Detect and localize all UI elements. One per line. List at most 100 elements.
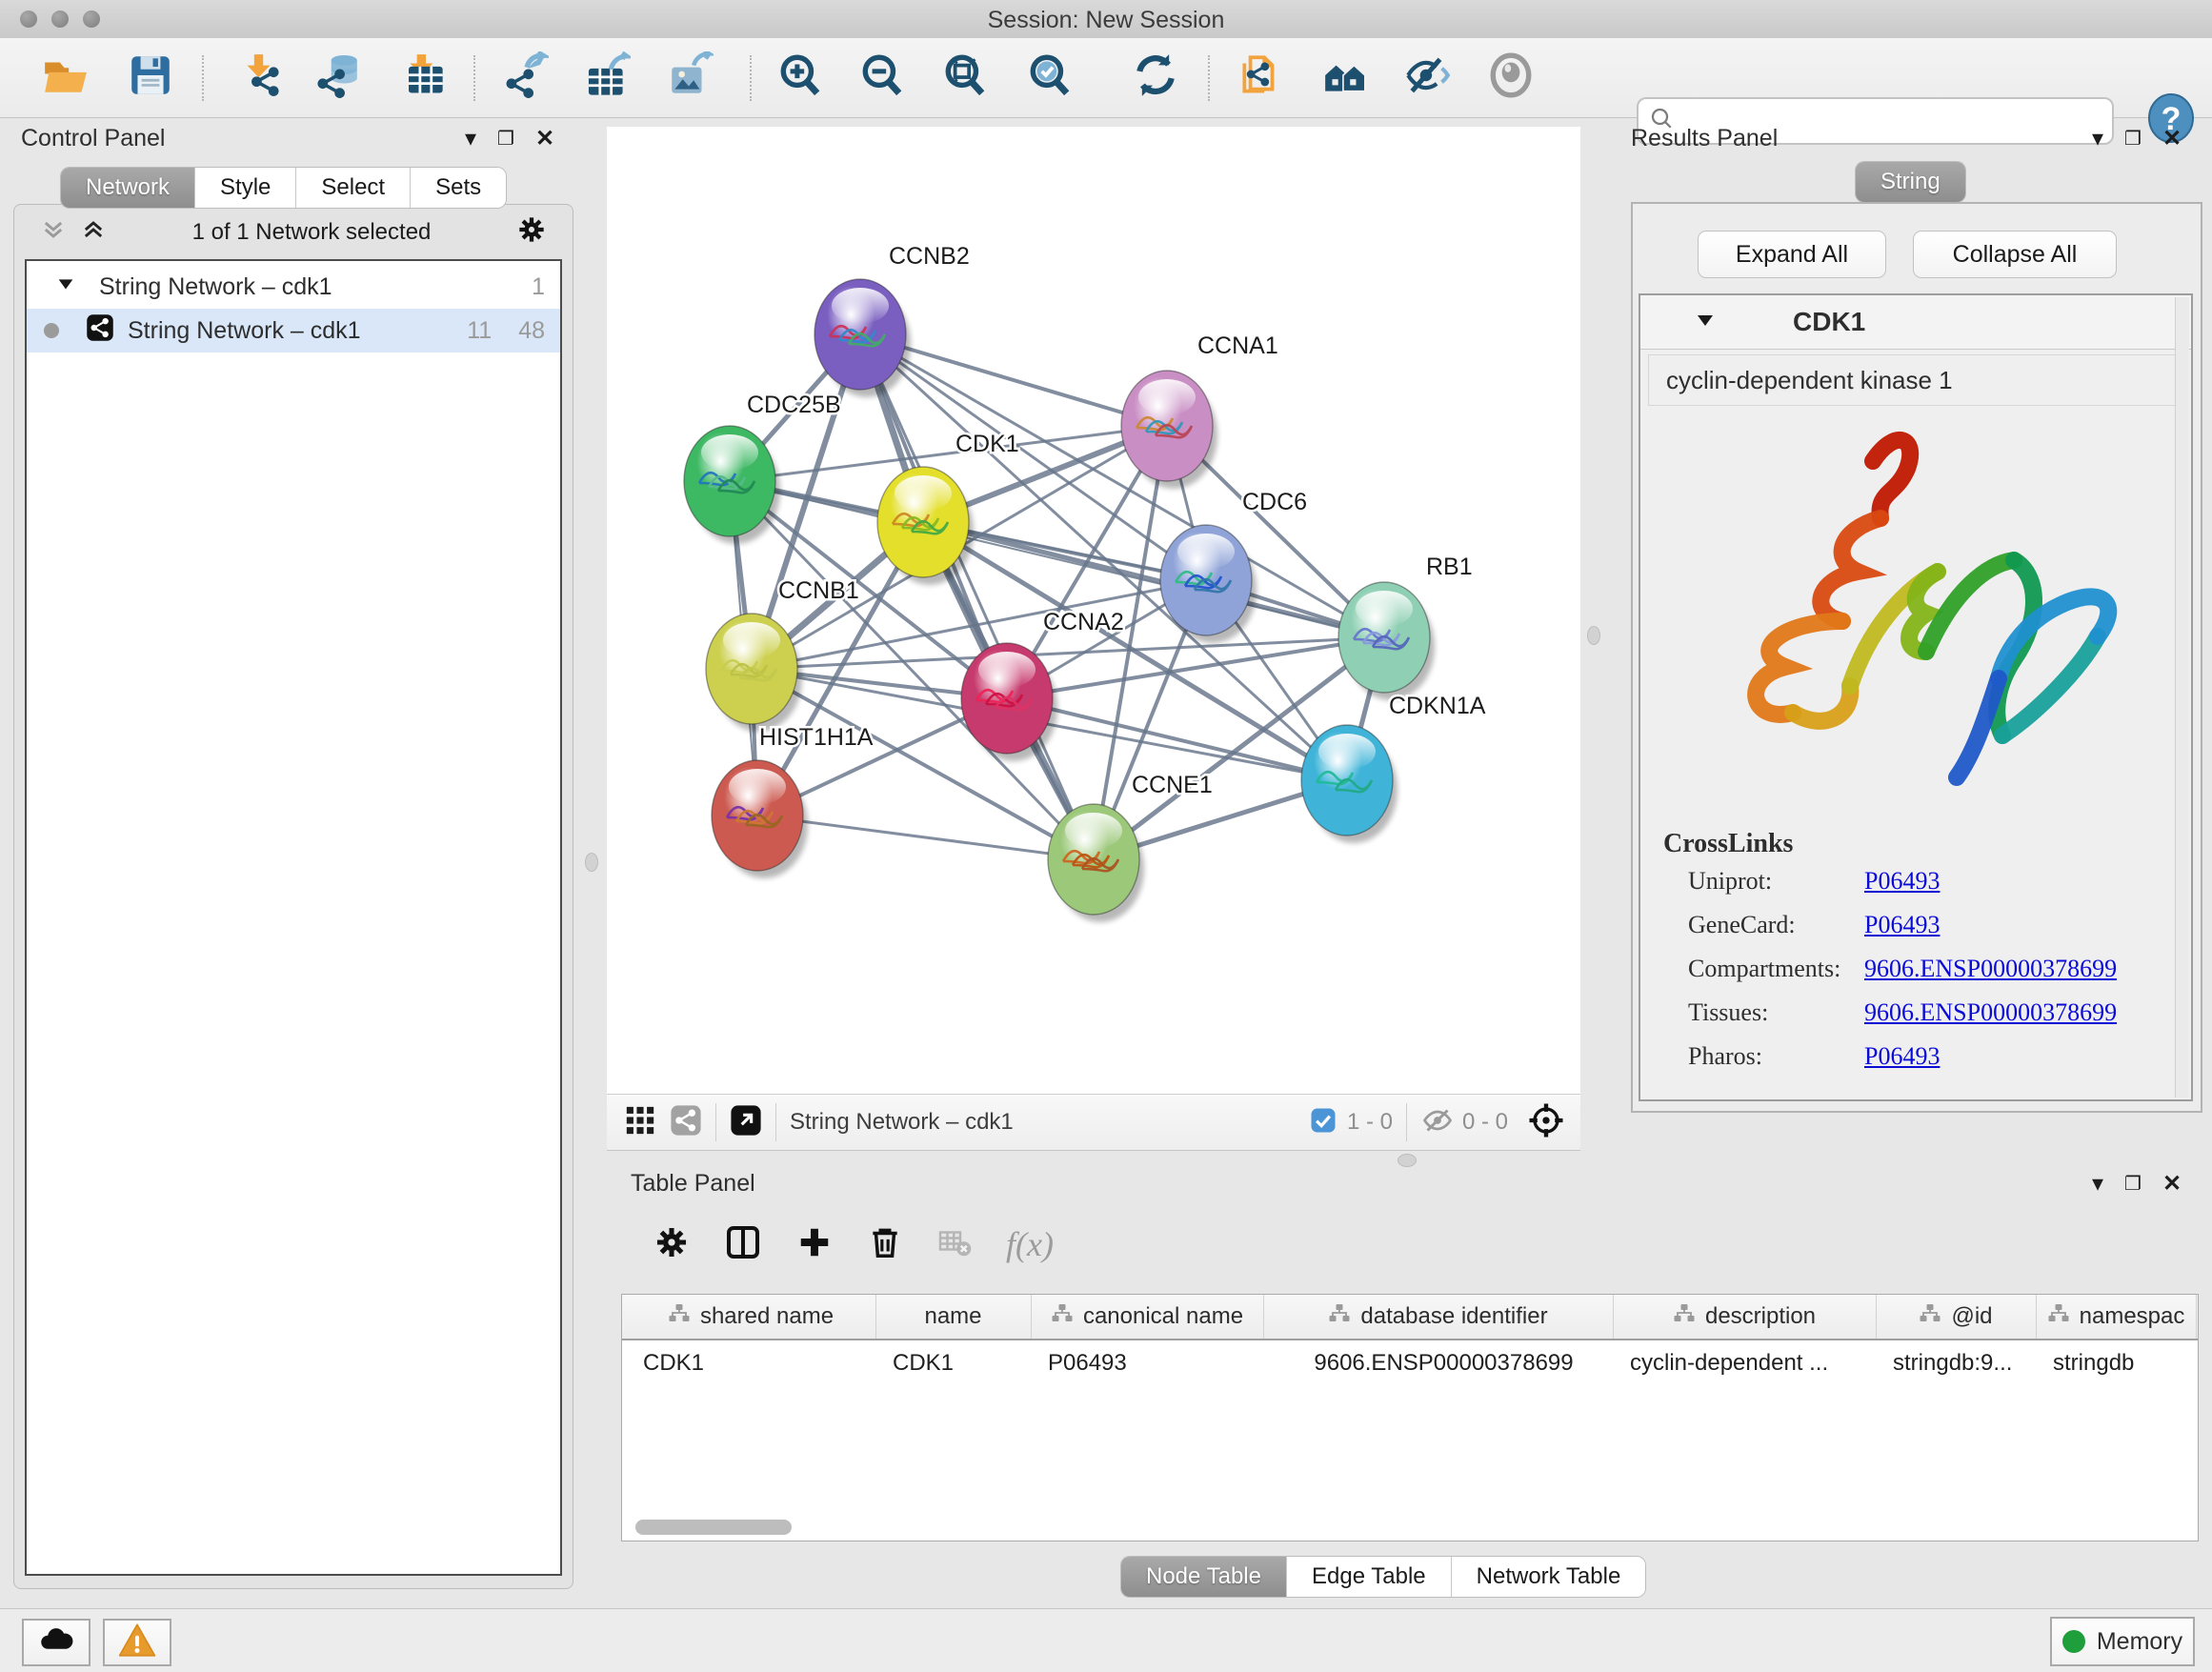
results-scrollbar[interactable]	[2175, 297, 2189, 1098]
table-cell[interactable]: cyclin-dependent ...	[1630, 1344, 1870, 1382]
network-node-HIST1H1A[interactable]: HIST1H1A	[712, 724, 874, 878]
network-canvas[interactable]: CCNB2 CCNA1 CDC25B CDK1 CDC6 RB1 CCNB1 C…	[607, 127, 1580, 1094]
memory-button[interactable]: Memory	[2050, 1617, 2195, 1666]
selected-count: 1 - 0	[1347, 1109, 1393, 1136]
expand-all-button[interactable]: Expand All	[1698, 231, 1886, 278]
gene-card-header[interactable]: CDK1	[1640, 295, 2191, 350]
zoom-fit-button[interactable]	[938, 50, 992, 104]
show-columns-icon[interactable]	[724, 1223, 762, 1266]
close-panel-icon[interactable]: ✕	[535, 125, 554, 152]
left-splitter-handle[interactable]	[585, 853, 598, 872]
grid-view-icon[interactable]	[624, 1104, 656, 1141]
close-panel-icon[interactable]: ✕	[2162, 1170, 2182, 1198]
import-table-icon	[401, 51, 449, 104]
crosslink-link[interactable]: P06493	[1864, 1042, 1940, 1071]
table-cell[interactable]: P06493	[1048, 1344, 1257, 1382]
import-network-database-button[interactable]	[312, 50, 365, 104]
collapse-panel-icon[interactable]: ▾	[2092, 125, 2103, 152]
collapse-panel-icon[interactable]: ▾	[465, 125, 476, 152]
disclosure-triangle-icon[interactable]	[55, 273, 76, 301]
table-cell[interactable]: CDK1	[643, 1344, 870, 1382]
network-node-RB1[interactable]: RB1	[1338, 554, 1473, 700]
export-network-button[interactable]	[498, 50, 552, 104]
right-splitter-handle[interactable]	[1587, 626, 1600, 645]
network-row[interactable]: String Network – cdk1 11 48	[27, 309, 560, 353]
column-header-name[interactable]: name	[875, 1295, 1032, 1339]
tab-style[interactable]: Style	[195, 168, 296, 208]
cloud-status-button[interactable]	[22, 1619, 90, 1666]
window-titlebar: Session: New Session	[0, 0, 2212, 39]
column-header-shared-name[interactable]: shared name	[626, 1295, 876, 1339]
table-cell[interactable]: 9606.ENSP00000378699	[1280, 1344, 1607, 1382]
selected-checkbox-icon[interactable]	[1309, 1106, 1337, 1139]
zoom-out-button[interactable]	[855, 50, 909, 104]
network-node-CDKN1A[interactable]: CDKN1A	[1301, 693, 1486, 843]
tab-select[interactable]: Select	[296, 168, 411, 208]
houses-button[interactable]	[1318, 50, 1372, 104]
camera-button[interactable]	[1484, 50, 1538, 104]
network-type-share-icon	[86, 313, 114, 349]
disclosure-triangle-icon[interactable]	[1694, 309, 1717, 336]
column-header--id[interactable]: @id	[1876, 1295, 2037, 1339]
float-panel-icon[interactable]: ❐	[497, 127, 514, 151]
table-cell[interactable]: stringdb	[2053, 1344, 2190, 1382]
network-node-CDC6[interactable]: CDC6	[1160, 489, 1307, 643]
collapse-panel-icon[interactable]: ▾	[2092, 1170, 2103, 1198]
open-session-button[interactable]	[38, 50, 91, 104]
bottom-splitter-handle[interactable]	[1398, 1154, 1417, 1167]
export-image-button[interactable]	[663, 50, 716, 104]
toolbar-separator	[473, 55, 475, 101]
network-node-CCNE1[interactable]: CCNE1	[1048, 772, 1213, 922]
network-node-CCNB2[interactable]: CCNB2	[814, 243, 970, 397]
tab-sets[interactable]: Sets	[411, 168, 506, 208]
tab-network[interactable]: Network	[61, 168, 195, 208]
tab-network-table[interactable]: Network Table	[1452, 1557, 1646, 1597]
crosslink-link[interactable]: 9606.ENSP00000378699	[1864, 998, 2117, 1027]
import-network-button[interactable]	[231, 50, 285, 104]
crosslink-link[interactable]: P06493	[1864, 911, 1940, 939]
collapse-all-networks-icon[interactable]	[40, 216, 67, 250]
save-session-button[interactable]	[124, 50, 177, 104]
column-header-database-identifier[interactable]: database identifier	[1263, 1295, 1614, 1339]
column-header-canonical-name[interactable]: canonical name	[1031, 1295, 1264, 1339]
open-in-window-icon[interactable]	[730, 1104, 762, 1141]
collapse-all-button[interactable]: Collapse All	[1913, 231, 2117, 278]
float-panel-icon[interactable]: ❐	[2124, 1172, 2142, 1196]
create-column-plus-icon[interactable]	[796, 1224, 833, 1265]
delete-column-trash-icon[interactable]	[867, 1224, 903, 1265]
table-header: shared namenamecanonical namedatabase id…	[622, 1295, 2198, 1340]
network-options-gear-icon[interactable]	[516, 214, 547, 252]
crosslink-row: Uniprot:P06493	[1688, 867, 2174, 911]
expand-all-networks-icon[interactable]	[80, 216, 107, 250]
tab-node-table[interactable]: Node Table	[1121, 1557, 1287, 1597]
crosslink-link[interactable]: 9606.ENSP00000378699	[1864, 955, 2117, 983]
float-panel-icon[interactable]: ❐	[2124, 127, 2142, 151]
zoom-in-button[interactable]	[774, 50, 827, 104]
table-cell[interactable]: stringdb:9...	[1893, 1344, 2030, 1382]
close-panel-icon[interactable]: ✕	[2162, 125, 2182, 152]
crosslink-row: GeneCard:P06493	[1688, 911, 2174, 955]
table-tabs: Node TableEdge TableNetwork Table	[1121, 1557, 1645, 1597]
table-horizontal-scrollbar[interactable]	[635, 1520, 792, 1535]
refresh-button[interactable]	[1129, 50, 1182, 104]
warning-status-button[interactable]	[103, 1619, 171, 1666]
node-table[interactable]: shared namenamecanonical namedatabase id…	[621, 1294, 2199, 1541]
network-node-CCNB1[interactable]: CCNB1	[706, 577, 859, 732]
tab-edge-table[interactable]: Edge Table	[1287, 1557, 1452, 1597]
warning-icon	[117, 1621, 157, 1665]
table-options-gear-icon[interactable]	[654, 1224, 690, 1265]
network-node-CCNA1[interactable]: CCNA1	[1121, 332, 1278, 489]
hide-glasses-button[interactable]	[1401, 50, 1455, 104]
share-view-icon[interactable]	[670, 1104, 702, 1141]
tab-string[interactable]: String	[1856, 162, 1965, 202]
column-header-namespac[interactable]: namespac	[2036, 1295, 2197, 1339]
crosslink-link[interactable]: P06493	[1864, 867, 1940, 896]
import-table-button[interactable]	[398, 50, 452, 104]
birdseye-view-icon[interactable]	[1527, 1101, 1565, 1144]
zoom-selected-button[interactable]	[1023, 50, 1076, 104]
export-table-button[interactable]	[580, 50, 633, 104]
network-collection-row[interactable]: String Network – cdk1 1	[27, 265, 560, 309]
column-header-description[interactable]: description	[1613, 1295, 1877, 1339]
string-query-button[interactable]	[1234, 50, 1287, 104]
table-cell[interactable]: CDK1	[893, 1344, 1025, 1382]
